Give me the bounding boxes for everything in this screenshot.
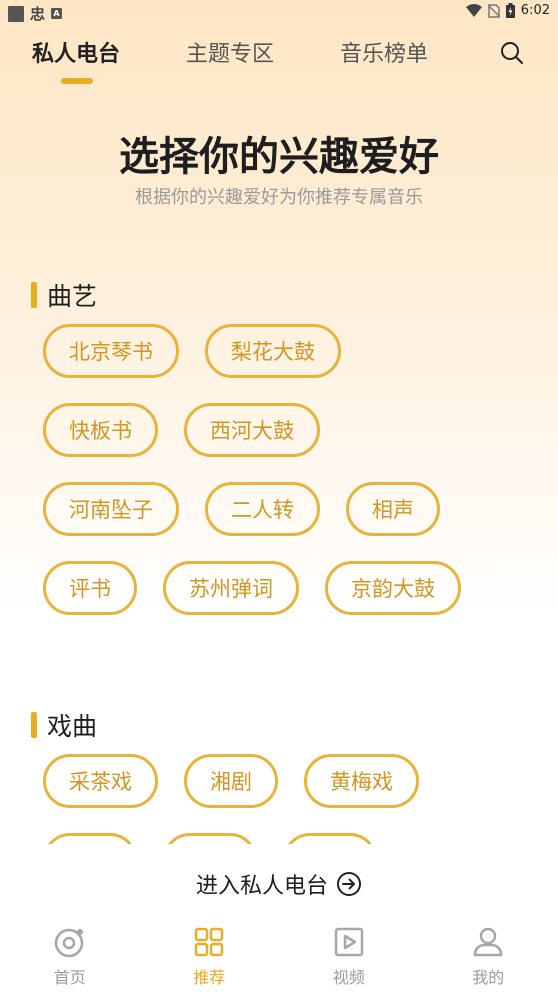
tag-chip[interactable]: 快板书	[43, 403, 158, 457]
section-header: 戏曲	[31, 708, 558, 742]
status-bar: 忠 A 6:02	[0, 0, 558, 24]
tag-chip[interactable]: 京韵大鼓	[325, 561, 461, 615]
notification-a-icon: A	[51, 8, 63, 19]
video-icon	[334, 927, 363, 957]
interest-list[interactable]: 曲艺 北京琴书 梨花大鼓 快板书 西河大鼓 河南坠子 二人转 相声 评书 苏州弹…	[0, 250, 558, 844]
disc-icon	[54, 928, 83, 958]
section-title: 曲艺	[47, 282, 98, 311]
tag-chip[interactable]: 河南坠子	[43, 482, 179, 536]
clock: 6:02	[520, 3, 550, 18]
section-accent-bar	[31, 282, 37, 308]
nav-mine[interactable]: 我的	[419, 920, 558, 992]
enter-button-label: 进入私人电台	[195, 874, 328, 899]
tag-chip[interactable]: 豫剧	[283, 833, 377, 844]
nav-label: 视频	[332, 968, 365, 987]
bottom-nav: 首页 推荐 视频 我的	[0, 920, 558, 992]
active-tab-indicator	[61, 78, 93, 84]
tag-chip[interactable]: 西河大鼓	[184, 403, 320, 457]
enter-private-radio-button[interactable]: 进入私人电台	[0, 868, 558, 900]
tag-chip[interactable]: 川剧	[43, 833, 137, 844]
tag-group: 北京琴书 梨花大鼓 快板书 西河大鼓 河南坠子 二人转 相声 评书 苏州弹词 京…	[31, 324, 501, 640]
battery-icon	[505, 3, 515, 18]
search-icon[interactable]	[499, 40, 525, 66]
tag-chip[interactable]: 评书	[43, 561, 137, 615]
nav-label: 推荐	[193, 968, 226, 987]
user-icon	[474, 927, 503, 957]
tag-chip[interactable]: 梨花大鼓	[205, 324, 341, 378]
tag-chip[interactable]: 苏州弹词	[163, 561, 299, 615]
section-xiqu: 戏曲 采茶戏 湘剧 黄梅戏 川剧 秦腔 豫剧 评剧	[0, 708, 558, 844]
nav-video[interactable]: 视频	[279, 920, 419, 992]
tab-music-charts[interactable]: 音乐榜单	[340, 36, 428, 68]
section-quyi: 曲艺 北京琴书 梨花大鼓 快板书 西河大鼓 河南坠子 二人转 相声 评书 苏州弹…	[0, 278, 558, 640]
notification-app-icon: 忠	[30, 5, 46, 23]
arrow-right-circle-icon	[337, 872, 361, 896]
tag-chip[interactable]: 采茶戏	[43, 754, 158, 808]
nav-label: 我的	[472, 968, 505, 987]
nav-home[interactable]: 首页	[0, 920, 140, 992]
status-right: 6:02	[465, 3, 550, 18]
section-header: 曲艺	[31, 278, 558, 312]
tab-theme-zone[interactable]: 主题专区	[186, 36, 274, 68]
section-accent-bar	[31, 712, 37, 738]
nav-recommend[interactable]: 推荐	[140, 920, 280, 992]
tag-chip[interactable]: 二人转	[205, 482, 320, 536]
wifi-icon	[465, 3, 482, 17]
tag-chip[interactable]: 黄梅戏	[304, 754, 419, 808]
tag-chip[interactable]: 秦腔	[163, 833, 257, 844]
notification-icon	[8, 5, 24, 22]
page-subtitle: 根据你的兴趣爱好为你推荐专属音乐	[135, 187, 423, 208]
page-title: 选择你的兴趣爱好	[119, 134, 439, 180]
grid-icon	[195, 927, 224, 957]
tag-chip[interactable]: 湘剧	[184, 754, 278, 808]
nav-label: 首页	[53, 968, 86, 987]
tab-private-radio[interactable]: 私人电台	[32, 36, 120, 68]
tag-group: 采茶戏 湘剧 黄梅戏 川剧 秦腔 豫剧 评剧	[31, 754, 501, 844]
tag-chip[interactable]: 北京琴书	[43, 324, 179, 378]
status-left: 忠 A	[8, 3, 63, 24]
no-sim-icon	[487, 3, 500, 18]
tag-chip[interactable]: 相声	[346, 482, 440, 536]
section-title: 戏曲	[47, 712, 98, 741]
